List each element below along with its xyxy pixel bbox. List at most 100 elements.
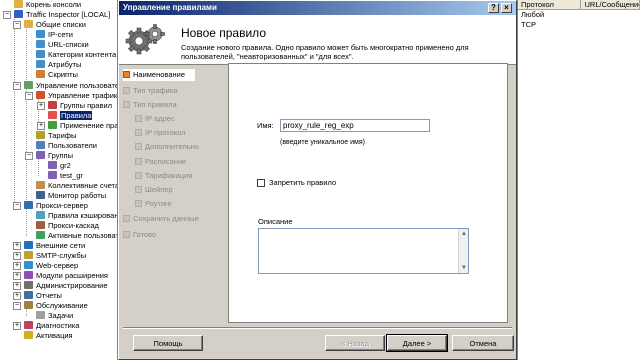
tree-item-label: Категории контента — [48, 50, 117, 59]
tree-item[interactable]: + Внешние сети — [13, 241, 86, 251]
wizard-step: Роутинг — [135, 198, 172, 210]
tree-connector — [26, 24, 27, 84]
tree-item[interactable]: Пользователи — [36, 141, 97, 151]
list-row[interactable]: Любой — [518, 10, 640, 20]
script-icon — [36, 70, 45, 78]
tree-item[interactable]: − Управление трафиком — [25, 91, 117, 101]
folder-icon — [14, 0, 23, 8]
wizard-description: Создание нового правила. Одно правило мо… — [181, 43, 469, 61]
tree-item[interactable]: URL-списки — [36, 40, 89, 50]
collapse-icon[interactable]: − — [25, 92, 33, 100]
tree-item[interactable]: Монитор работы — [36, 191, 106, 201]
tree-item[interactable]: gr2 — [48, 161, 71, 171]
cancel-button[interactable]: Отмена — [452, 335, 514, 351]
tree-item-label: Прокси-каскад — [48, 221, 99, 230]
tree-item[interactable]: + Web-сервер — [13, 261, 78, 271]
tree-item-label: Корень консоли — [26, 0, 82, 9]
tree-item[interactable]: + SMTP-службы — [13, 251, 87, 261]
column-header-url-message[interactable]: URL/Сообщение — [581, 0, 640, 9]
tree-item-label: Атрибуты — [48, 60, 82, 69]
tree-item[interactable]: Корень консоли — [14, 0, 81, 10]
tree-item[interactable]: + Отчеты — [13, 291, 62, 301]
tree-item[interactable]: Правила — [48, 111, 93, 121]
tree-item[interactable]: − Управление пользователями — [13, 81, 117, 91]
collapse-icon[interactable]: − — [13, 82, 21, 90]
tree-item-label: Применение правил — [60, 121, 118, 130]
tree-item[interactable]: Активные пользователи — [36, 231, 117, 241]
tree-item-label: Прокси-сервер — [36, 201, 88, 210]
tree-item[interactable]: Категории контента — [36, 50, 116, 60]
tree-item-label: SMTP-службы — [36, 251, 87, 260]
tree-item[interactable]: + Группы правил — [37, 101, 112, 111]
collapse-icon[interactable]: − — [25, 152, 33, 160]
help-button[interactable]: Помощь — [133, 335, 203, 351]
wizard-step-label: IP адрес — [145, 114, 175, 123]
step-marker-icon — [123, 231, 130, 238]
tree-item-label: Диагностика — [36, 321, 80, 330]
expand-icon[interactable]: + — [13, 322, 21, 330]
tree-item[interactable]: Тарифы — [36, 131, 76, 141]
close-title-button[interactable]: × — [501, 3, 512, 13]
tree-item-label: test_gr — [60, 171, 83, 180]
tree-item[interactable]: − Обслуживание — [13, 301, 88, 311]
tree-item[interactable]: Активация — [24, 331, 73, 341]
name-input[interactable] — [280, 119, 430, 132]
tree-item[interactable]: − Traffic Inspector [LOCAL] — [3, 10, 110, 20]
tree-item[interactable]: − Общие списки — [13, 20, 86, 30]
list-row[interactable]: TCP — [518, 20, 640, 30]
tree-connector — [14, 14, 15, 204]
group-icon — [48, 171, 57, 179]
description-scrollbar[interactable]: ▲ ▼ — [458, 229, 468, 273]
back-button[interactable]: < Назад — [325, 335, 385, 351]
expand-icon[interactable]: + — [13, 292, 21, 300]
expand-icon[interactable]: + — [37, 122, 45, 130]
tree-item[interactable]: Прокси-каскад — [36, 221, 99, 231]
disable-rule-checkbox[interactable] — [257, 179, 265, 187]
folder-icon — [24, 20, 33, 28]
dialog-titlebar[interactable]: Управление правилами ? × — [119, 1, 516, 15]
tariff-icon — [36, 131, 45, 139]
collapse-icon[interactable]: − — [13, 21, 21, 29]
tree-item[interactable]: + Диагностика — [13, 321, 80, 331]
disable-rule-label[interactable]: Запретить правило — [269, 178, 336, 187]
tree-item[interactable]: + Администрирование — [13, 281, 108, 291]
scroll-up-icon[interactable]: ▲ — [460, 230, 468, 238]
tree-item[interactable]: test_gr — [48, 171, 83, 181]
expand-icon[interactable]: + — [13, 262, 21, 270]
column-header-protocol[interactable]: Протокол — [518, 0, 582, 9]
next-button[interactable]: Далее > — [386, 334, 448, 352]
description-textarea[interactable] — [258, 228, 469, 274]
tree-item[interactable]: − Прокси-сервер — [13, 201, 88, 211]
wizard-step: Тип правила — [123, 99, 177, 111]
tree-item[interactable]: Задачи — [36, 311, 73, 321]
tree-item[interactable]: + Модули расширения — [13, 271, 108, 281]
network-icon — [24, 241, 33, 249]
tree-item[interactable]: Атрибуты — [36, 60, 81, 70]
expand-icon[interactable]: + — [13, 242, 21, 250]
footer-separator — [123, 327, 512, 329]
tree-item-label: Активация — [36, 331, 73, 340]
collapse-icon[interactable]: − — [13, 302, 21, 310]
tree-item[interactable]: Правила кэширования — [36, 211, 117, 221]
console-tree[interactable]: Корень консоли − Traffic Inspector [LOCAL]… — [0, 0, 118, 360]
tree-item[interactable]: Коллективные счета — [36, 181, 117, 191]
scroll-down-icon[interactable]: ▼ — [460, 264, 468, 272]
expand-icon[interactable]: + — [13, 252, 21, 260]
tree-item[interactable]: − Группы — [25, 151, 73, 161]
help-title-button[interactable]: ? — [488, 3, 499, 13]
step-marker-icon — [135, 186, 142, 193]
list-icon — [36, 30, 45, 38]
expand-icon[interactable]: + — [37, 102, 45, 110]
rules-list-view[interactable]: Протокол URL/Сообщение Любой TCP — [517, 0, 640, 360]
wizard-header: Новое правило Создание нового правила. О… — [119, 15, 516, 65]
collapse-icon[interactable]: − — [13, 202, 21, 210]
tree-item[interactable]: IP-сети — [36, 30, 73, 40]
expand-icon[interactable]: + — [13, 272, 21, 280]
tree-item[interactable]: + Применение правил — [37, 121, 118, 131]
expand-icon[interactable]: + — [13, 282, 21, 290]
tree-item-label: Тарифы — [48, 131, 77, 140]
tree-item[interactable]: Скрипты — [36, 70, 78, 80]
gears-icon — [125, 24, 165, 55]
collapse-icon[interactable]: − — [3, 11, 11, 19]
tree-item-label: Внешние сети — [36, 241, 86, 250]
